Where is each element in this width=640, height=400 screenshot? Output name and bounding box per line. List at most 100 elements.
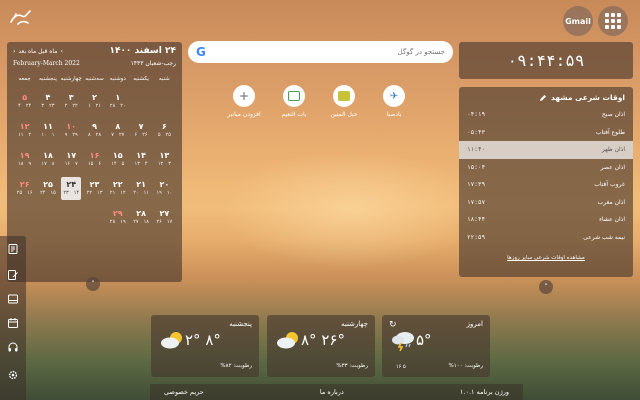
chevron-left-icon[interactable]: ‹ bbox=[13, 48, 15, 55]
calendar-icon bbox=[8, 318, 18, 328]
calendar-day[interactable]: ۹ ۲۸ ۸ bbox=[83, 119, 106, 142]
weather-extra: ۵ ۱۶ bbox=[396, 364, 406, 370]
calendar-day[interactable]: ۲۹ ۱۹ ۲۸ bbox=[106, 206, 129, 229]
day-gregorian-number: ۲۳ bbox=[63, 190, 69, 196]
calendar-day[interactable]: ۶ ۲۵ ۵ bbox=[153, 119, 176, 142]
calendar-day[interactable]: ۱۶ ۶ ۱۵ bbox=[83, 148, 106, 171]
notes-button[interactable] bbox=[6, 242, 20, 256]
shortcut-label: حبل المتین bbox=[330, 111, 358, 118]
prayer-row: طلوع آفتاب ۰۵:۴۳ bbox=[459, 124, 633, 142]
weather-humidity: رطوبت: ۳۳% bbox=[336, 363, 368, 369]
support-button[interactable] bbox=[6, 340, 20, 354]
prayer-row: اذان صبح ۰۴:۱۹ bbox=[459, 106, 633, 124]
day-sub-number: ۲۱ bbox=[95, 103, 102, 109]
privacy-link[interactable]: حریم خصوصی bbox=[164, 388, 204, 396]
day-gregorian-number: ۱۶ bbox=[64, 161, 71, 167]
day-gregorian-number: ۲ bbox=[64, 103, 68, 109]
calendar-day[interactable]: ۲۲ ۱۲ ۲۱ bbox=[106, 177, 129, 200]
calendar-day[interactable]: ۴ ۲۳ ۳ bbox=[36, 90, 59, 113]
day-gregorian-number: ۲۸ bbox=[109, 219, 116, 225]
edit-button[interactable] bbox=[6, 268, 20, 282]
badsaba-icon: ✈ bbox=[383, 85, 405, 107]
calendar-day[interactable]: ۱۷ ۷ ۱۶ bbox=[60, 148, 83, 171]
calendar-button[interactable] bbox=[6, 316, 20, 330]
day-sub-number: ۱۱ bbox=[143, 190, 149, 196]
calendar-day[interactable]: ۲۳ ۱۳ ۲۲ bbox=[83, 177, 106, 200]
calendar-day[interactable]: ۸ ۲۷ ۷ bbox=[106, 119, 129, 142]
calendar-day[interactable]: ۲۱ ۱۱ ۲۰ bbox=[129, 177, 152, 200]
about-link[interactable]: درباره ما bbox=[320, 388, 344, 396]
shortcut-hablolmatin[interactable]: حبل المتین bbox=[324, 85, 364, 118]
gmail-button[interactable]: Gmail bbox=[563, 6, 593, 36]
prayer-time: ۱۷:۵۷ bbox=[467, 198, 486, 206]
weather-humidity: رطوبت: ۱۰۰% bbox=[448, 363, 483, 369]
app-logo bbox=[10, 10, 31, 25]
calendar-day[interactable]: ۲۷ ۱۷ ۲۶ bbox=[153, 206, 176, 229]
prayer-row: اذان ظهر ۱۱:۴۰ bbox=[459, 141, 633, 159]
day-gregorian-number: ۲۱ bbox=[109, 190, 116, 196]
shortcut-label: افزودن میانبر bbox=[227, 111, 261, 118]
weather-humidity: رطوبت: ۸۲% bbox=[220, 363, 252, 369]
calendar-day[interactable]: ۷ ۲۶ ۶ bbox=[129, 119, 152, 142]
calendar-day[interactable]: ۱۴ ۴ ۱۳ bbox=[129, 148, 152, 171]
calendar-day bbox=[153, 90, 176, 113]
day-number: ۲۳ bbox=[89, 180, 100, 189]
prayer-time: ۱۵:۰۴ bbox=[467, 163, 486, 171]
prayer-collapse-button[interactable]: ˄ bbox=[539, 280, 553, 294]
calendar-day[interactable]: ۱ ۲۰ ۲۸ bbox=[106, 90, 129, 113]
calendar-day[interactable]: ۱۹ ۹ ۱۸ bbox=[13, 148, 36, 171]
prayer-time: ۱۱:۴۰ bbox=[467, 146, 486, 154]
apps-button[interactable] bbox=[598, 6, 628, 36]
search-input[interactable] bbox=[205, 48, 445, 56]
weekday-label: دوشنبه bbox=[109, 76, 126, 82]
browser-button[interactable] bbox=[6, 292, 20, 306]
prayer-times-panel: اوقات شرعی مشهد اذان صبح ۰۴:۱۹ طلوع آفتاب ۰… bbox=[459, 87, 633, 277]
calendar-day[interactable]: ۱۳ ۳ ۱۲ bbox=[153, 148, 176, 171]
prayer-time: ۱۸:۴۴ bbox=[467, 216, 486, 224]
settings-button[interactable] bbox=[6, 368, 20, 382]
weather-temps: ۵° bbox=[416, 331, 432, 349]
day-sub-number: ۶ bbox=[98, 161, 102, 167]
day-gregorian-number: ۱۱ bbox=[18, 132, 24, 138]
calendar-day[interactable]: ۲۶ ۱۶ ۲۵ bbox=[13, 177, 36, 200]
calendar-collapse-button[interactable]: ˄ bbox=[86, 277, 100, 291]
window-icon bbox=[8, 294, 18, 304]
prayer-more-link[interactable]: مشاهده اوقات شرعی سایر روزها bbox=[459, 255, 633, 261]
calendar-day[interactable]: ۲ ۲۱ ۱ bbox=[83, 90, 106, 113]
calendar-day[interactable]: ۱۵ ۵ ۱۴ bbox=[106, 148, 129, 171]
weekday-label: چهارشنبه bbox=[60, 76, 82, 82]
day-number: ۱۱ bbox=[43, 122, 53, 131]
shortcut-babonaeim[interactable]: باب النعیم bbox=[274, 85, 314, 118]
search-bar[interactable]: G bbox=[188, 41, 453, 63]
day-number: ۵ bbox=[22, 93, 28, 102]
calendar-day bbox=[36, 206, 59, 229]
calendar-day[interactable]: ۱۸ ۸ ۱۷ bbox=[36, 148, 59, 171]
day-number: ۲۴ bbox=[66, 180, 77, 189]
shortcut-add[interactable]: + افزودن میانبر bbox=[224, 85, 264, 118]
calendar-day[interactable]: ۱۲ ۲ ۱۱ bbox=[13, 119, 36, 142]
prayer-row: اذان مغرب ۱۷:۵۷ bbox=[459, 194, 633, 212]
day-sub-number: ۱ bbox=[51, 132, 55, 138]
calendar-day[interactable]: ۵ ۲۴ ۴ bbox=[13, 90, 36, 113]
weekday-label: شنبه bbox=[158, 76, 170, 82]
calendar-day[interactable]: ۲۰ ۱۰ ۱۹ bbox=[153, 177, 176, 200]
calendar-day[interactable]: ۲۸ ۱۸ ۲۷ bbox=[129, 206, 152, 229]
day-sub-number: ۱۷ bbox=[166, 219, 173, 225]
chevron-right-icon[interactable]: › bbox=[60, 48, 62, 55]
calendar-day[interactable]: ۱۱ ۱ ۱۰ bbox=[36, 119, 59, 142]
day-number: ۲۹ bbox=[112, 209, 123, 218]
month-nav[interactable]: › ماه قبل ماه بعد ‹ bbox=[13, 48, 63, 55]
calendar-day[interactable]: ۳ ۲۲ ۲ bbox=[60, 90, 83, 113]
day-number: ۴ bbox=[45, 93, 51, 102]
calendar-day bbox=[60, 206, 83, 229]
shortcut-badsaba[interactable]: ✈ بادصبا bbox=[374, 85, 414, 118]
day-sub-number: ۳ bbox=[168, 161, 171, 167]
day-number: ۱۵ bbox=[112, 151, 123, 160]
calendar-day[interactable]: ۲۵ ۱۵ ۲۴ bbox=[36, 177, 59, 200]
calendar-day[interactable]: ۱۰ ۲۹ ۹ bbox=[60, 119, 83, 142]
pencil-icon[interactable] bbox=[539, 94, 547, 102]
day-number: ۱۰ bbox=[66, 122, 77, 131]
month-nav-label[interactable]: ماه قبل ماه بعد bbox=[18, 48, 57, 55]
calendar-day bbox=[13, 206, 36, 229]
calendar-day-today[interactable]: ۲۴ ۱۴ ۲۳ bbox=[61, 177, 82, 200]
